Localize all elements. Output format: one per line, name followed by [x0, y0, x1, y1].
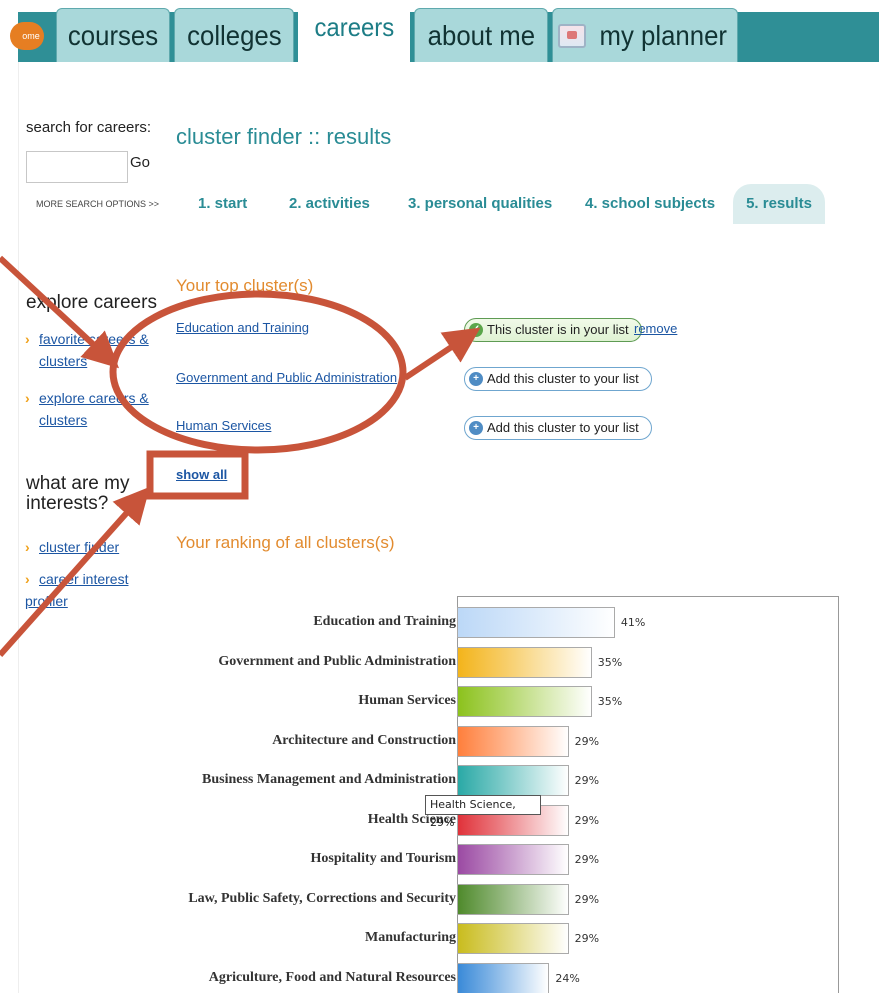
chart-tooltip: Health Science, 29% — [425, 795, 541, 829]
tab-my-planner[interactable]: my planner — [552, 8, 738, 62]
tab-careers-label: careers — [314, 12, 394, 42]
bar-value-label: 35% — [597, 695, 623, 708]
career-search-input[interactable] — [26, 151, 128, 183]
link-text: cluster finder — [39, 539, 120, 555]
bar-value-label: 29% — [574, 892, 600, 906]
sidebar: search for careers: Go MORE SEARCH OPTIO… — [18, 62, 168, 993]
tab-careers[interactable]: careers — [298, 4, 410, 62]
chevron-right-icon: › — [25, 539, 30, 555]
category-label: Government and Public Administration — [218, 653, 456, 669]
chart-bar[interactable] — [457, 646, 592, 678]
interests-heading: what are my interests? — [26, 474, 129, 514]
tab-courses[interactable]: courses — [56, 8, 170, 62]
add-cluster-button[interactable]: + Add this cluster to your list — [464, 367, 652, 391]
chart-bar[interactable] — [457, 923, 569, 954]
page-title: cluster finder :: results — [176, 124, 392, 149]
link-text: clusters — [39, 353, 88, 369]
tab-about-me-label: about me — [427, 20, 535, 51]
step-personal-qualities[interactable]: 3. personal qualities — [408, 195, 552, 212]
category-label: Agriculture, Food and Natural Resources — [208, 969, 456, 985]
annotation-arrow — [403, 327, 481, 381]
step-activities[interactable]: 2. activities — [289, 195, 370, 212]
plus-icon: + — [469, 372, 483, 386]
planner-icon — [557, 24, 586, 48]
chart-bar[interactable] — [457, 962, 550, 993]
tab-about-me[interactable]: about me — [414, 8, 548, 62]
heading-line: what are my — [26, 473, 130, 494]
chevron-right-icon: › — [25, 331, 30, 347]
bar-value-label: 29% — [574, 734, 600, 748]
bar-value-label: 35% — [597, 655, 623, 669]
bar-value-label: 41% — [620, 616, 646, 629]
category-label: Architecture and Construction — [272, 732, 456, 748]
step-results[interactable]: 5. results — [733, 184, 825, 224]
top-clusters-heading: Your top cluster(s) — [176, 276, 314, 295]
bar-value-label: 24% — [555, 971, 580, 985]
category-label: Hospitality and Tourism — [310, 851, 457, 866]
tab-courses-label: courses — [67, 20, 159, 51]
tab-my-planner-label: my planner — [599, 20, 727, 51]
explore-careers-heading: explore careers — [26, 292, 157, 313]
cluster-in-list-button[interactable]: ✓ This cluster is in your list — [464, 318, 642, 342]
chart-bar[interactable] — [457, 883, 569, 915]
chevron-right-icon: › — [25, 390, 30, 406]
ranking-heading: Your ranking of all clusters(s) — [176, 533, 395, 552]
favorite-careers-link[interactable]: › favorite careers & clusters — [25, 328, 149, 372]
cluster-finder-link[interactable]: › cluster finder — [25, 536, 119, 558]
bar-value-label: 29% — [574, 813, 600, 827]
chevron-right-icon: › — [25, 571, 30, 587]
tab-colleges-label: colleges — [186, 20, 282, 51]
category-label: Business Management and Administration — [202, 772, 456, 787]
cluster-link-education[interactable]: Education and Training — [176, 320, 309, 335]
category-label: Education and Training — [313, 614, 456, 629]
bar-value-label: 29% — [574, 774, 600, 787]
link-text: clusters — [39, 412, 88, 428]
home-button[interactable]: ome — [10, 22, 44, 50]
button-label: Add this cluster to your list — [487, 371, 639, 386]
chart-bar[interactable] — [457, 765, 569, 796]
more-search-options-link[interactable]: MORE SEARCH OPTIONS >> — [36, 199, 159, 209]
career-interest-profiler-link[interactable]: › career interest profiler — [25, 568, 168, 612]
show-all-link[interactable]: show all — [176, 467, 227, 482]
category-label: Law, Public Safety, Corrections and Secu… — [188, 890, 456, 906]
step-start[interactable]: 1. start — [198, 195, 247, 212]
cluster-link-government[interactable]: Government and Public Administration — [176, 370, 397, 385]
cluster-link-human-services[interactable]: Human Services — [176, 418, 271, 433]
bar-value-label: 29% — [574, 932, 600, 945]
top-navigation: ome courses colleges careers about me my… — [0, 0, 879, 62]
button-label: Add this cluster to your list — [487, 420, 639, 435]
remove-link[interactable]: remove — [634, 321, 677, 336]
link-text: favorite careers & — [39, 331, 149, 347]
heading-line: interests? — [26, 493, 109, 514]
link-text: explore careers & — [39, 390, 149, 406]
button-label: This cluster is in your list — [487, 322, 629, 337]
link-text: career interest profiler — [25, 571, 129, 609]
category-label: Human Services — [358, 693, 456, 708]
go-button[interactable]: Go — [130, 154, 150, 171]
plus-icon: + — [469, 421, 483, 435]
bar-value-label: 29% — [574, 853, 600, 866]
chart-bar[interactable] — [457, 725, 569, 757]
chart-bar[interactable] — [457, 607, 615, 638]
tab-colleges[interactable]: colleges — [174, 8, 294, 62]
chart-bar[interactable] — [457, 686, 592, 717]
search-label: search for careers: — [26, 119, 152, 136]
check-icon: ✓ — [469, 323, 483, 337]
chart-bar[interactable] — [457, 844, 569, 875]
explore-careers-link[interactable]: › explore careers & clusters — [25, 387, 149, 431]
step-school-subjects[interactable]: 4. school subjects — [585, 195, 715, 212]
category-label: Manufacturing — [365, 930, 456, 945]
add-cluster-button[interactable]: + Add this cluster to your list — [464, 416, 652, 440]
